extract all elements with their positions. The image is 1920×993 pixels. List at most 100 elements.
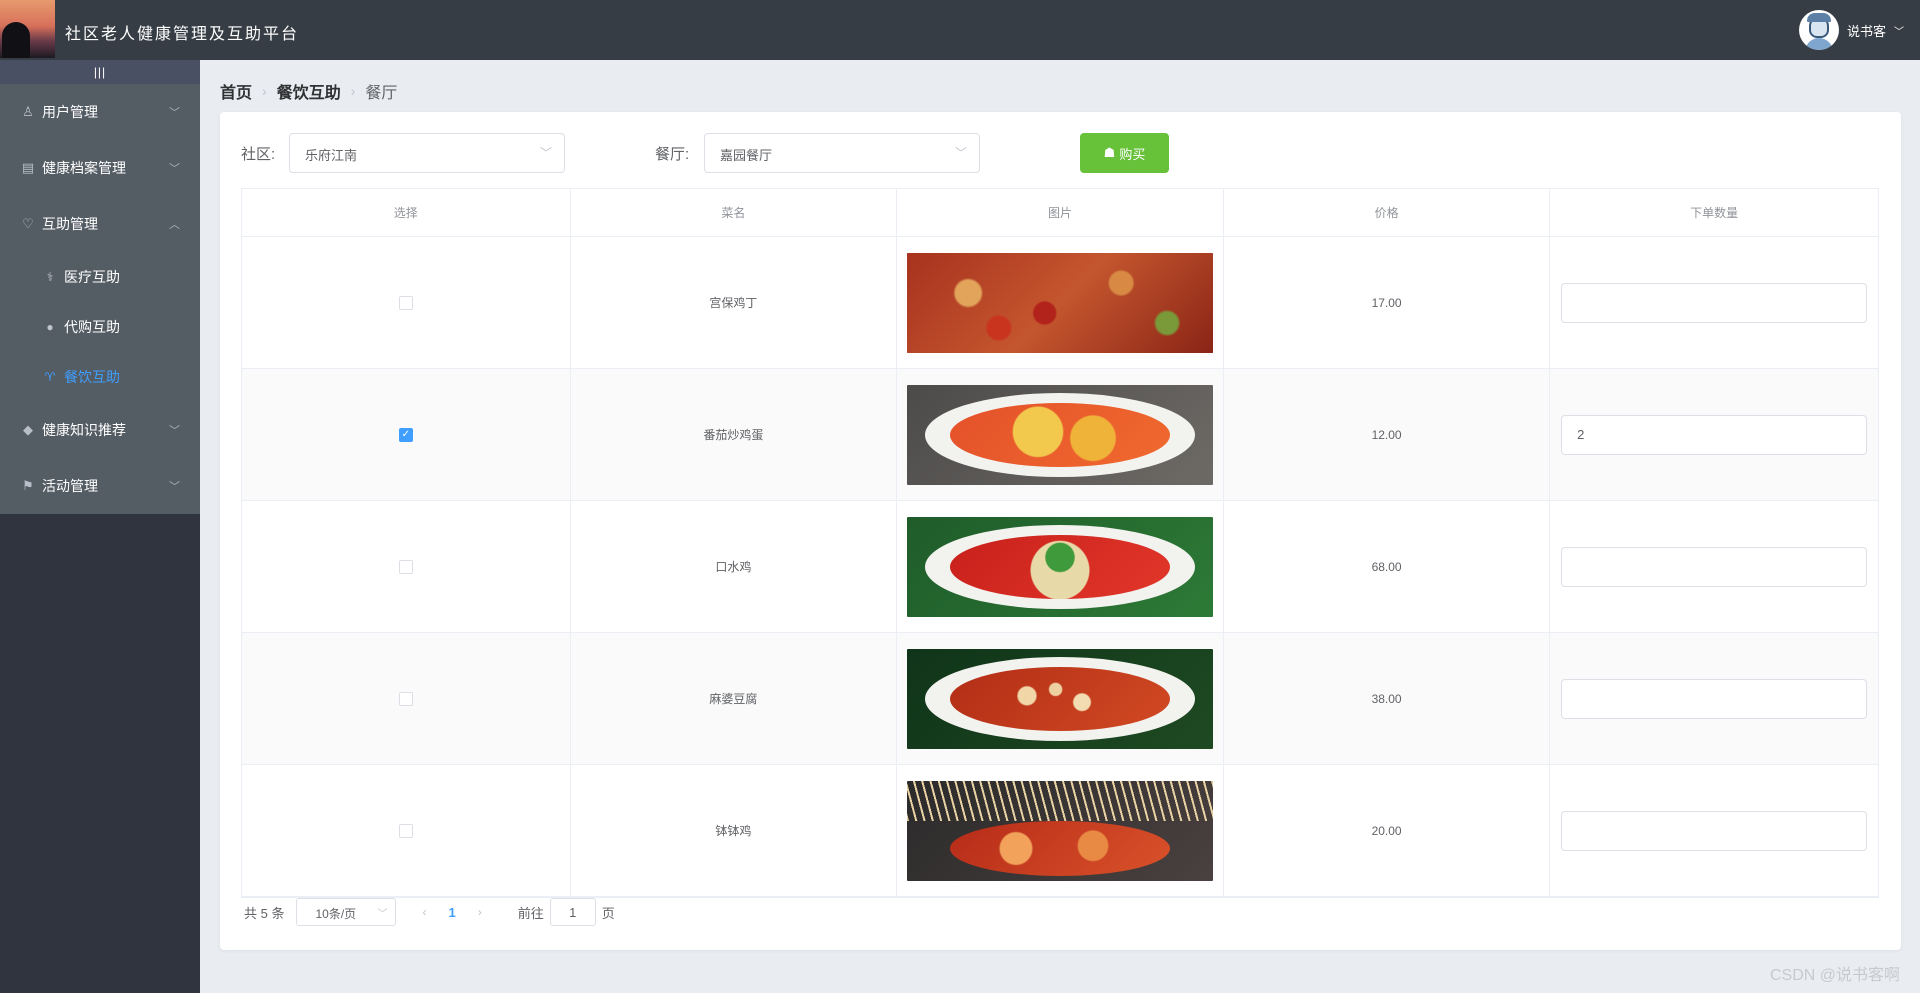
sidebar-item-label: 健康档案管理 <box>42 160 126 176</box>
sidebar-item-health-knowledge[interactable]: ◆ 健康知识推荐 ﹀ <box>0 402 200 458</box>
row-checkbox[interactable]: ✓ <box>398 427 413 442</box>
chevron-down-icon: ﹀ <box>377 909 388 920</box>
row-checkbox[interactable] <box>398 691 413 706</box>
chevron-down-icon: ﹀ <box>169 163 180 175</box>
column-header-name: 菜名 <box>571 189 898 236</box>
sidebar-item-activities[interactable]: ⚑ 活动管理 ﹀ <box>0 458 200 514</box>
sidebar-item-label: 健康知识推荐 <box>42 422 126 438</box>
user-name[interactable]: 说书客 <box>1847 21 1886 40</box>
sidebar-subitem-dining[interactable]: ♈ 餐饮互助 <box>0 352 200 402</box>
restaurant-select-value: 嘉园餐厅 <box>720 148 773 163</box>
app-title: 社区老人健康管理及互助平台 <box>65 24 300 43</box>
pagination: 共 5 条 10条/页 ﹀ ‹ 1 › 前往 1 页 <box>244 898 615 926</box>
dish-image <box>906 384 1213 485</box>
page-number[interactable]: 1 <box>448 905 455 920</box>
dish-name: 口水鸡 <box>571 501 898 632</box>
file-icon: ▤ <box>21 160 35 175</box>
page-size-value: 10条/页 <box>315 907 357 921</box>
avatar[interactable] <box>1798 10 1839 50</box>
sidebar-item-health-records[interactable]: ▤ 健康档案管理 ﹀ <box>0 140 200 196</box>
sidebar-subitem-medical[interactable]: ⚕ 医疗互助 <box>0 252 200 302</box>
quantity-input[interactable] <box>1561 282 1868 323</box>
main-card: 社区: 乐府江南 ﹀ 餐厅: 嘉园餐厅 ﹀ ☗ 购买 选择 菜名 图片 价格 下… <box>220 112 1901 950</box>
page-size-select[interactable]: 10条/页 ﹀ <box>296 898 397 926</box>
restaurant-select[interactable]: 嘉园餐厅 ﹀ <box>704 133 980 173</box>
next-page-button[interactable]: › <box>478 905 482 919</box>
dish-table: 选择 菜名 图片 价格 下单数量 宫保鸡丁 17.00 ✓ 番茄炒鸡蛋 12.0… <box>241 188 1879 898</box>
dish-price: 17.00 <box>1224 237 1551 368</box>
chevron-down-icon[interactable]: ﹀ <box>1894 23 1904 38</box>
column-header-select: 选择 <box>242 189 571 236</box>
sidebar-item-label: 用户管理 <box>42 104 98 120</box>
user-icon: ♙ <box>22 104 34 119</box>
dish-image <box>906 516 1213 617</box>
diamond-icon: ◆ <box>23 422 33 437</box>
community-select-value: 乐府江南 <box>305 148 358 163</box>
quantity-input[interactable] <box>1561 810 1868 851</box>
chevron-down-icon: ﹀ <box>169 107 180 119</box>
table-row: 麻婆豆腐 38.00 <box>242 633 1878 765</box>
chevron-down-icon: ﹀ <box>169 481 180 493</box>
row-checkbox[interactable] <box>398 823 413 838</box>
sidebar-subitem-label: 医疗互助 <box>64 269 120 285</box>
goto-page-input[interactable]: 1 <box>549 898 596 926</box>
sidebar-item-user-management[interactable]: ♙ 用户管理 ﹀ <box>0 84 200 140</box>
page-suffix: 页 <box>601 905 615 921</box>
sidebar-item-mutual-aid[interactable]: ♡ 互助管理 ︿ <box>0 196 200 252</box>
shop-icon: ● <box>46 320 54 334</box>
table-header: 选择 菜名 图片 价格 下单数量 <box>242 189 1878 237</box>
dining-icon: ♈ <box>44 370 56 384</box>
dish-price: 38.00 <box>1224 633 1551 764</box>
column-header-quantity: 下单数量 <box>1690 206 1739 220</box>
sidebar: ||| ♙ 用户管理 ﹀ ▤ 健康档案管理 ﹀ ♡ 互助管理 ︿ ⚕ 医疗互助 … <box>0 60 200 993</box>
row-checkbox[interactable] <box>398 559 413 574</box>
sidebar-subitem-purchase[interactable]: ● 代购互助 <box>0 302 200 352</box>
top-header: 社区老人健康管理及互助平台 说书客 ﹀ <box>0 0 1920 60</box>
community-label: 社区: <box>241 146 276 163</box>
goto-label: 前往 <box>517 905 544 921</box>
sidebar-item-label: 互助管理 <box>42 216 98 232</box>
table-row: 口水鸡 68.00 <box>242 501 1878 633</box>
dish-name: 宫保鸡丁 <box>571 237 898 368</box>
chevron-down-icon: ﹀ <box>954 146 967 160</box>
community-select[interactable]: 乐府江南 ﹀ <box>289 133 565 173</box>
side-menu: ||| ♙ 用户管理 ﹀ ▤ 健康档案管理 ﹀ ♡ 互助管理 ︿ ⚕ 医疗互助 … <box>0 60 200 514</box>
prev-page-button[interactable]: ‹ <box>422 905 426 919</box>
dish-image <box>906 648 1213 749</box>
breadcrumb-current: 餐厅 <box>365 85 398 102</box>
quantity-input[interactable]: 2 <box>1561 414 1868 455</box>
chevron-down-icon: ﹀ <box>169 425 180 437</box>
restaurant-label: 餐厅: <box>655 146 690 163</box>
dish-name: 麻婆豆腐 <box>571 633 898 764</box>
buy-button[interactable]: ☗ 购买 <box>1080 133 1169 173</box>
heart-icon: ♡ <box>22 216 34 231</box>
watermark: CSDN @说书客啊 <box>1769 967 1900 984</box>
flag-icon: ⚑ <box>22 478 34 493</box>
dish-price: 20.00 <box>1224 765 1551 896</box>
dish-name: 番茄炒鸡蛋 <box>571 369 898 500</box>
quantity-input[interactable] <box>1561 678 1868 719</box>
medical-icon: ⚕ <box>46 270 54 284</box>
pagination-total: 共 5 条 <box>244 905 285 921</box>
sidebar-subitem-label: 餐饮互助 <box>64 369 120 385</box>
thumbs-up-icon: ☗ <box>1103 145 1116 160</box>
breadcrumb-home[interactable]: 首页 <box>220 79 252 103</box>
collapse-toggle[interactable]: ||| <box>0 60 200 84</box>
sidebar-subitem-label: 代购互助 <box>64 319 120 335</box>
chevron-down-icon: ﹀ <box>539 146 552 160</box>
dish-price: 12.00 <box>1224 369 1551 500</box>
logo-image <box>0 0 55 58</box>
quantity-input[interactable] <box>1561 546 1868 587</box>
row-checkbox[interactable] <box>398 295 413 310</box>
chevron-right-icon: › <box>350 83 356 99</box>
chevron-up-icon: ︿ <box>169 219 180 231</box>
user-menu[interactable]: 说书客 ﹀ <box>1798 10 1904 50</box>
breadcrumb: 首页 › 餐饮互助 › 餐厅 <box>220 79 397 103</box>
dish-image <box>906 252 1213 353</box>
table-row: ✓ 番茄炒鸡蛋 12.00 2 <box>242 369 1878 501</box>
table-row: 钵钵鸡 20.00 <box>242 765 1878 897</box>
dish-price: 68.00 <box>1224 501 1551 632</box>
breadcrumb-section[interactable]: 餐饮互助 <box>277 79 341 103</box>
buy-button-label: 购买 <box>1119 146 1146 162</box>
table-row: 宫保鸡丁 17.00 <box>242 237 1878 369</box>
